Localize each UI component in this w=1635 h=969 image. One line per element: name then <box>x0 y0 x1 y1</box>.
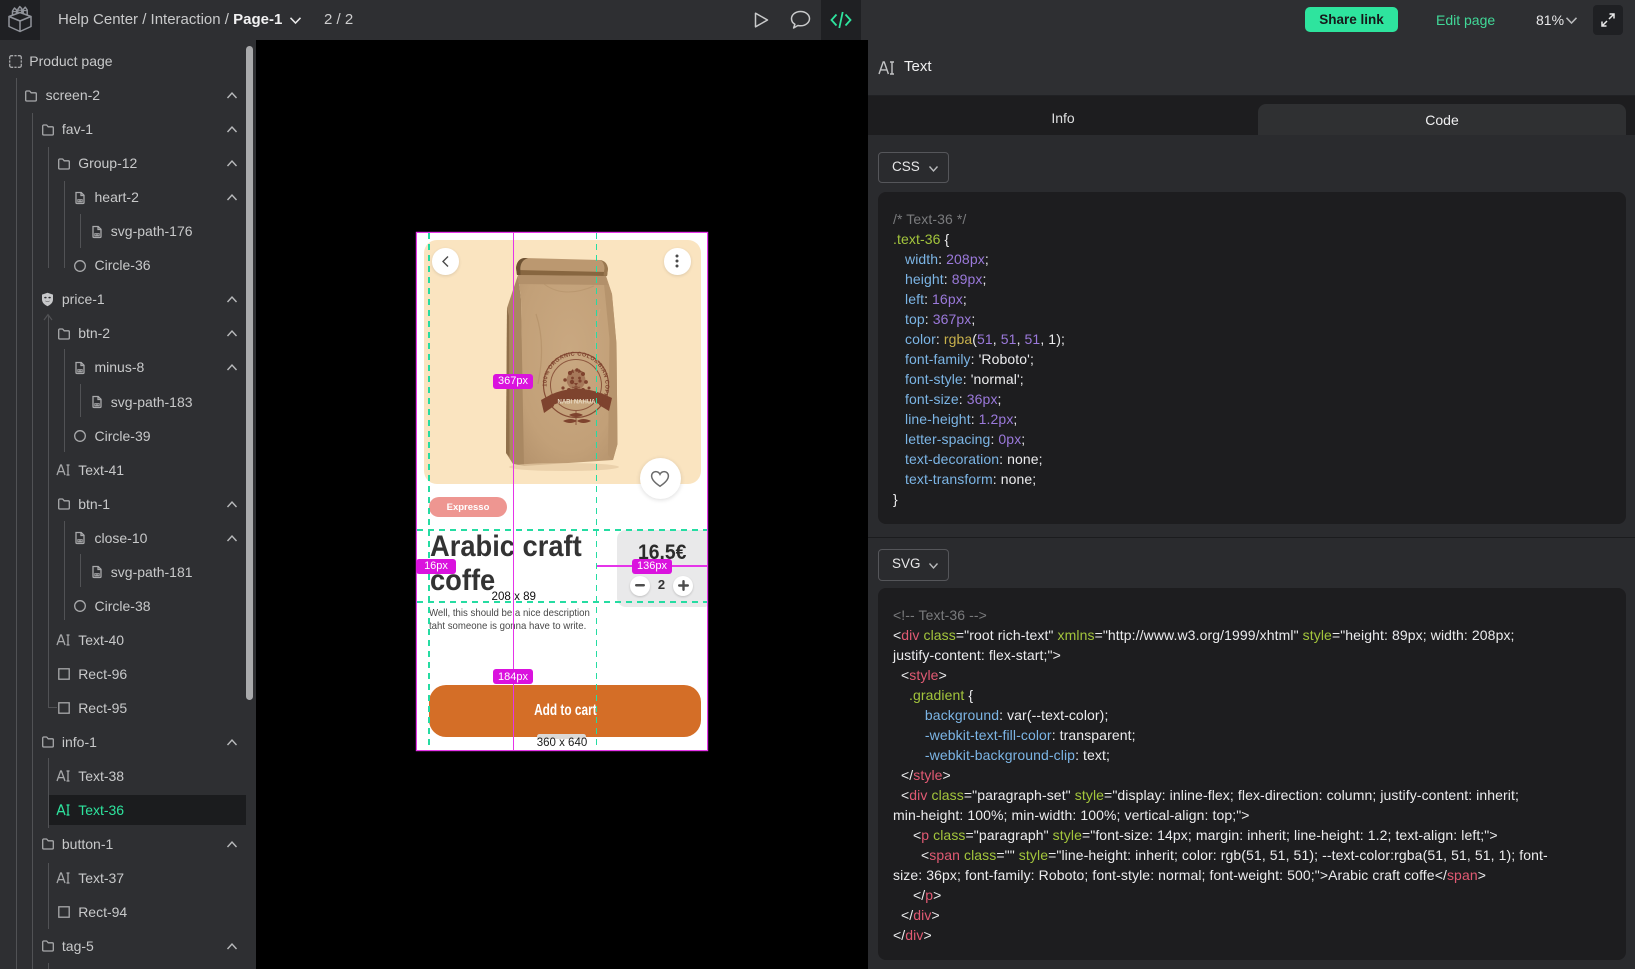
svg-text:NABI NAHUA: NABI NAHUA <box>557 399 596 405</box>
